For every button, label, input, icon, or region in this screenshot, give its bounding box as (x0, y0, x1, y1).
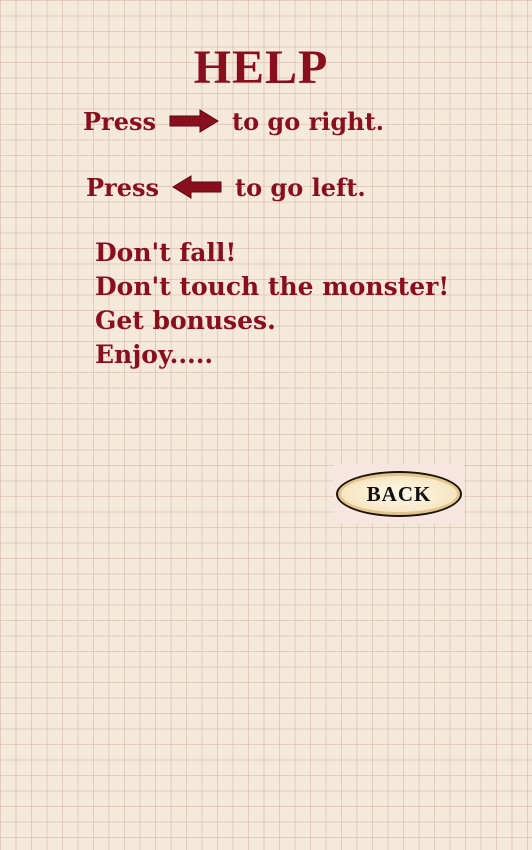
back-button-area: BACK (334, 464, 464, 524)
help-screen: HELP Press to go right. Press to go left… (0, 0, 532, 850)
go-left-label: to go left. (234, 172, 366, 202)
page-title: HELP (193, 41, 329, 94)
back-button[interactable]: BACK (336, 471, 462, 517)
control-right-row: Press to go right. (83, 104, 384, 138)
rule-item: Get bonuses. (95, 306, 276, 335)
rule-item: Don't touch the monster! (95, 272, 450, 301)
left-arrow-icon (172, 174, 222, 200)
rules-list: Don't fall! Don't touch the monster! Get… (95, 236, 449, 372)
control-left-row: Press to go left. (86, 170, 366, 204)
press-label: Press (86, 172, 159, 202)
press-label: Press (83, 106, 156, 136)
right-arrow-icon (169, 108, 219, 134)
rule-item: Enjoy..... (95, 340, 214, 369)
go-right-label: to go right. (231, 106, 385, 136)
rule-item: Don't fall! (95, 238, 237, 267)
